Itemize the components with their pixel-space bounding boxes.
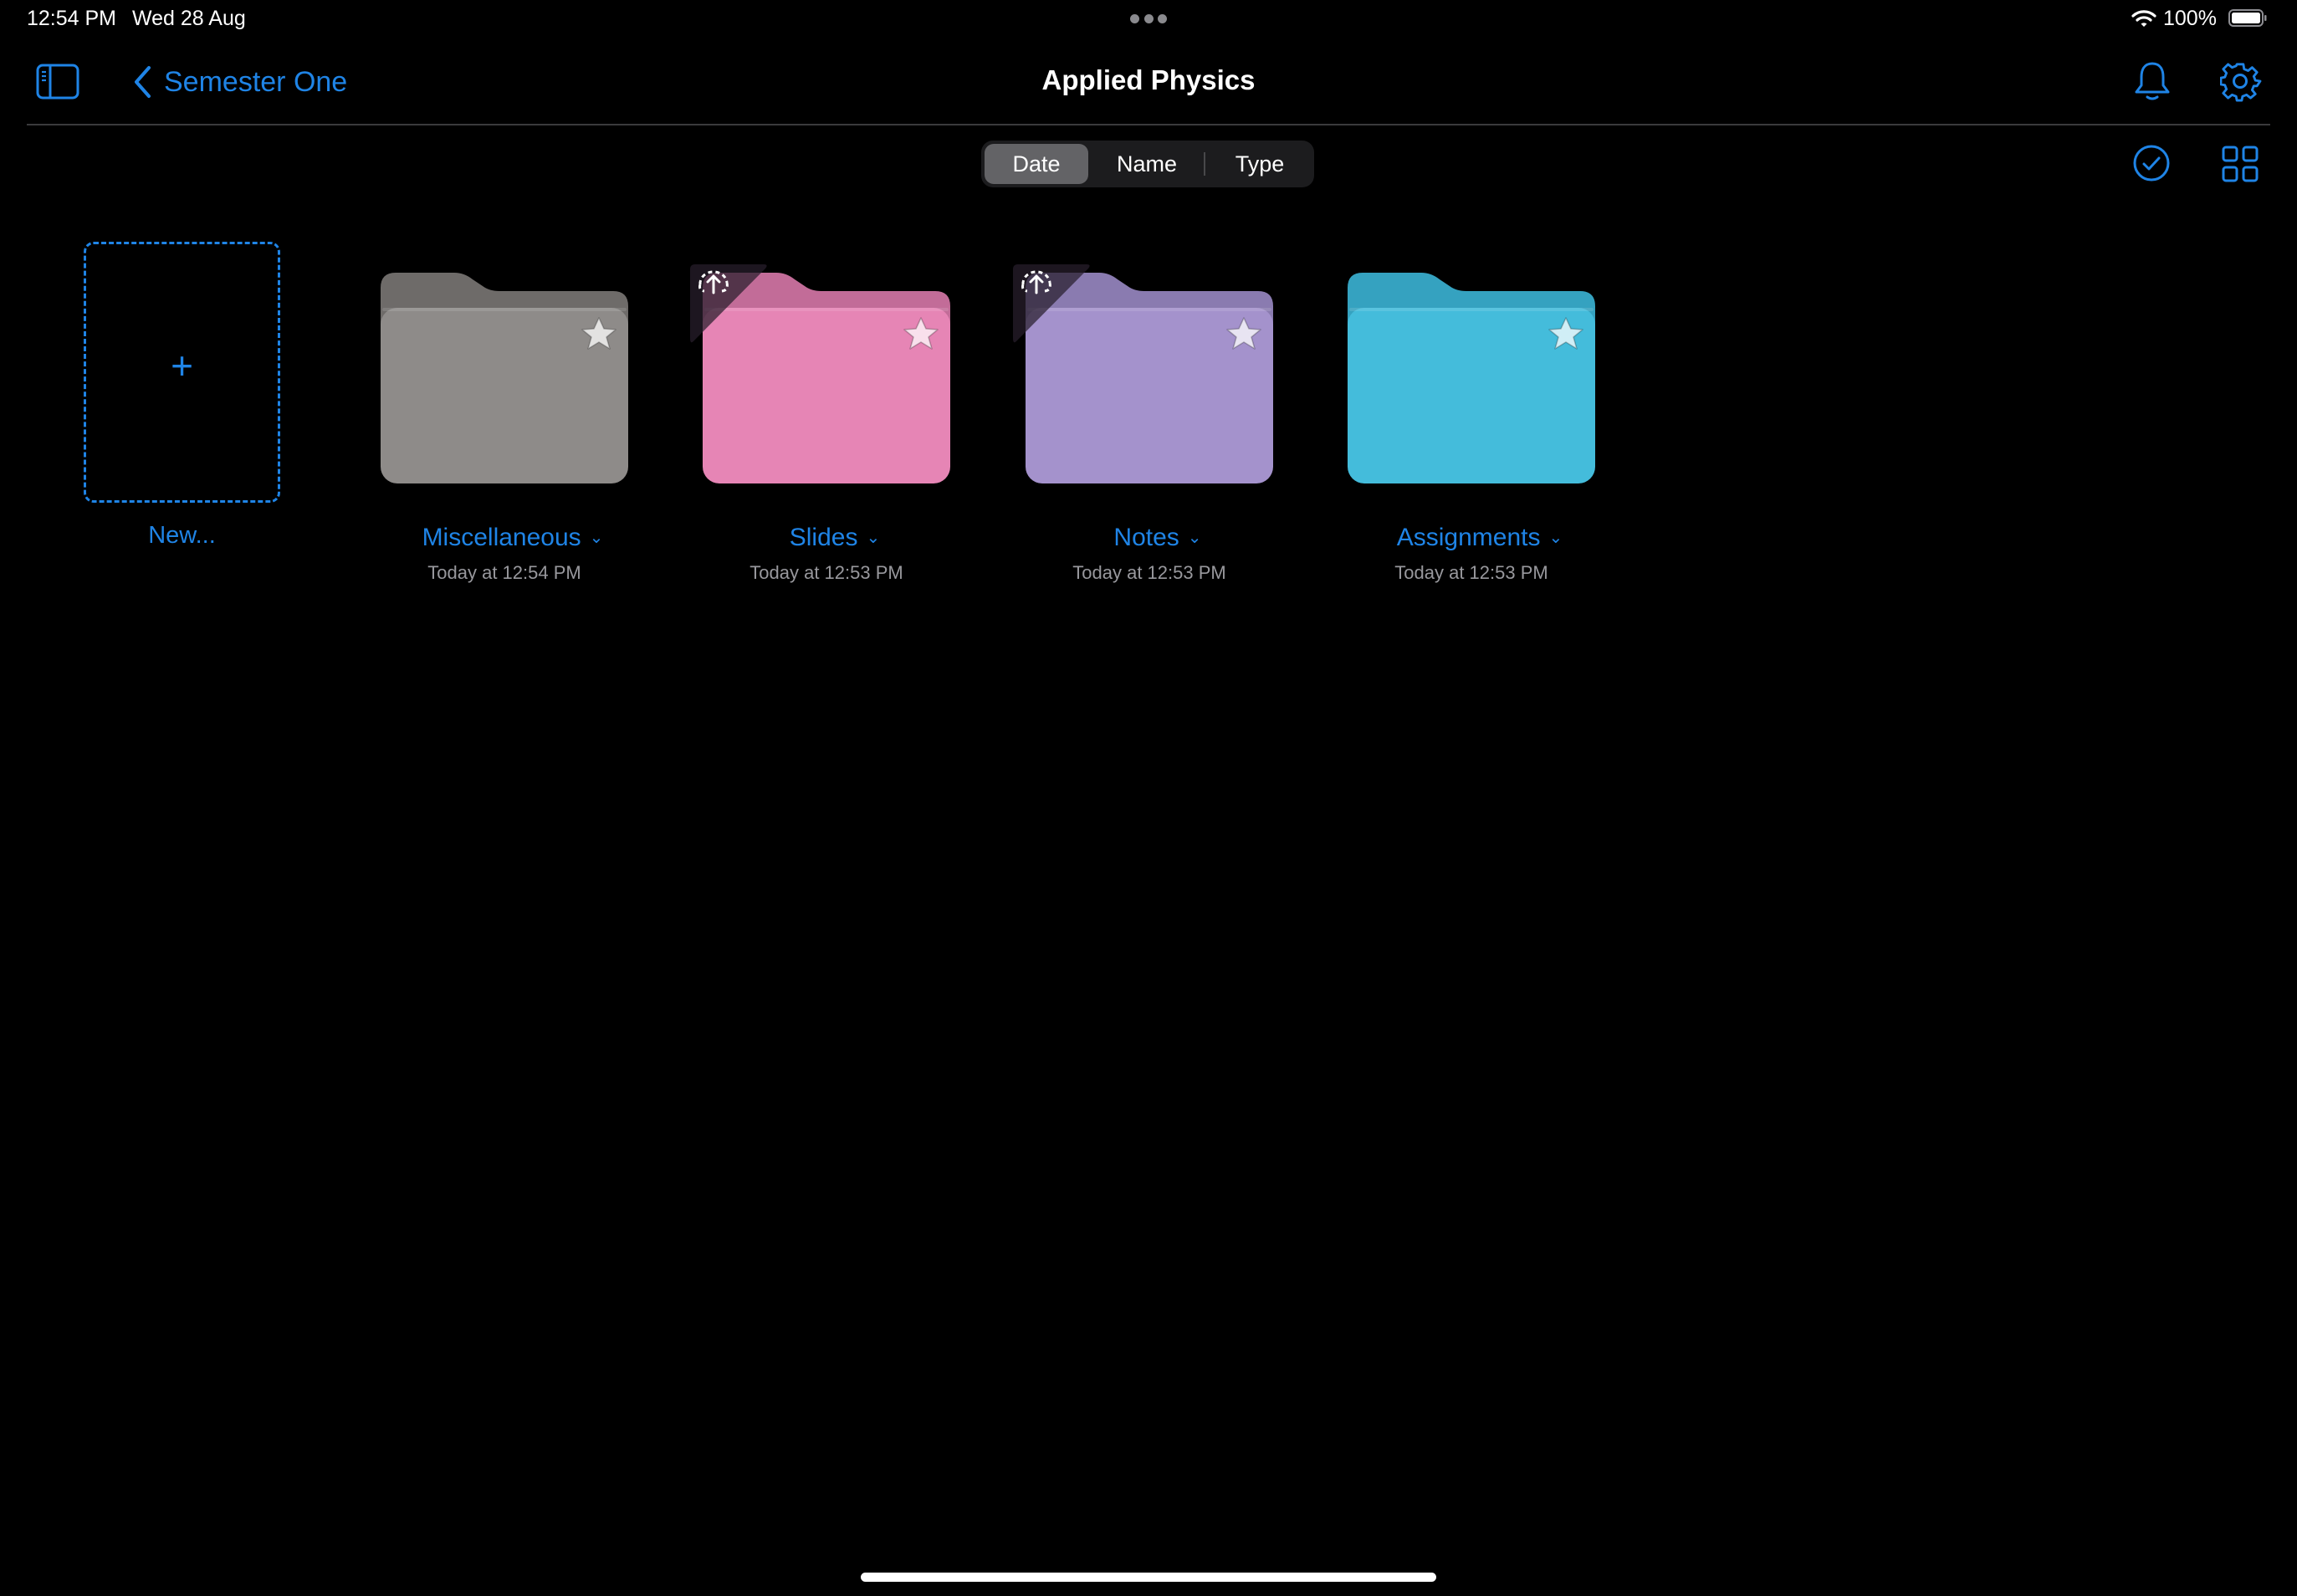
multitasking-dots-icon[interactable]	[1130, 14, 1167, 24]
nav-separator	[27, 124, 2270, 125]
plus-icon: +	[171, 344, 193, 387]
grid-view-icon[interactable]	[2222, 146, 2259, 182]
folder-icon	[1348, 273, 1595, 483]
sort-type-tab[interactable]: Type	[1209, 144, 1311, 184]
folder-name-label: Miscellaneous	[422, 524, 581, 551]
cloud-upload-icon	[1013, 264, 1090, 343]
folder-item[interactable]	[1348, 268, 1595, 487]
folder-item[interactable]	[690, 264, 950, 487]
bell-icon[interactable]	[2132, 61, 2172, 103]
gear-icon[interactable]	[2220, 61, 2262, 103]
folder-date: Today at 12:54 PM	[427, 562, 581, 583]
home-indicator[interactable]	[861, 1573, 1436, 1582]
cloud-upload-icon	[690, 264, 767, 343]
status-date: Wed 28 Aug	[132, 7, 246, 30]
folder-name[interactable]: Miscellaneous ⌄	[345, 524, 680, 552]
folder-name[interactable]: Notes ⌄	[990, 524, 1325, 552]
folder-name[interactable]: Assignments ⌄	[1312, 524, 1647, 552]
status-time: 12:54 PM	[27, 7, 117, 30]
battery-percentage: 100%	[2163, 7, 2217, 30]
folder-name-label: Notes	[1113, 524, 1179, 551]
folder-item[interactable]	[381, 268, 628, 487]
new-item-button[interactable]: +	[84, 242, 280, 503]
folder-date: Today at 12:53 PM	[1072, 562, 1226, 583]
chevron-down-icon[interactable]: ⌄	[1188, 529, 1202, 547]
folder-date: Today at 12:53 PM	[1394, 562, 1548, 583]
sort-segmented-control[interactable]: Date Name Type	[981, 141, 1314, 187]
folder-icon	[381, 273, 628, 483]
new-item-label[interactable]: New...	[84, 522, 280, 550]
sort-date-tab[interactable]: Date	[985, 144, 1088, 184]
chevron-down-icon[interactable]: ⌄	[590, 529, 604, 547]
folder-name-label: Slides	[789, 524, 858, 551]
folder-name[interactable]: Slides ⌄	[668, 524, 1002, 552]
sort-name-tab[interactable]: Name	[1095, 144, 1199, 184]
folder-date: Today at 12:53 PM	[749, 562, 903, 583]
segment-divider	[1204, 152, 1205, 176]
page-title: Applied Physics	[1041, 64, 1256, 95]
chevron-down-icon[interactable]: ⌄	[866, 529, 880, 547]
folder-item[interactable]	[1013, 264, 1273, 487]
chevron-down-icon[interactable]: ⌄	[1548, 529, 1563, 547]
checkmark-circle-icon[interactable]	[2132, 144, 2171, 182]
folder-name-label: Assignments	[1396, 524, 1541, 551]
wifi-icon	[2131, 10, 2156, 27]
battery-icon	[2228, 9, 2267, 27]
